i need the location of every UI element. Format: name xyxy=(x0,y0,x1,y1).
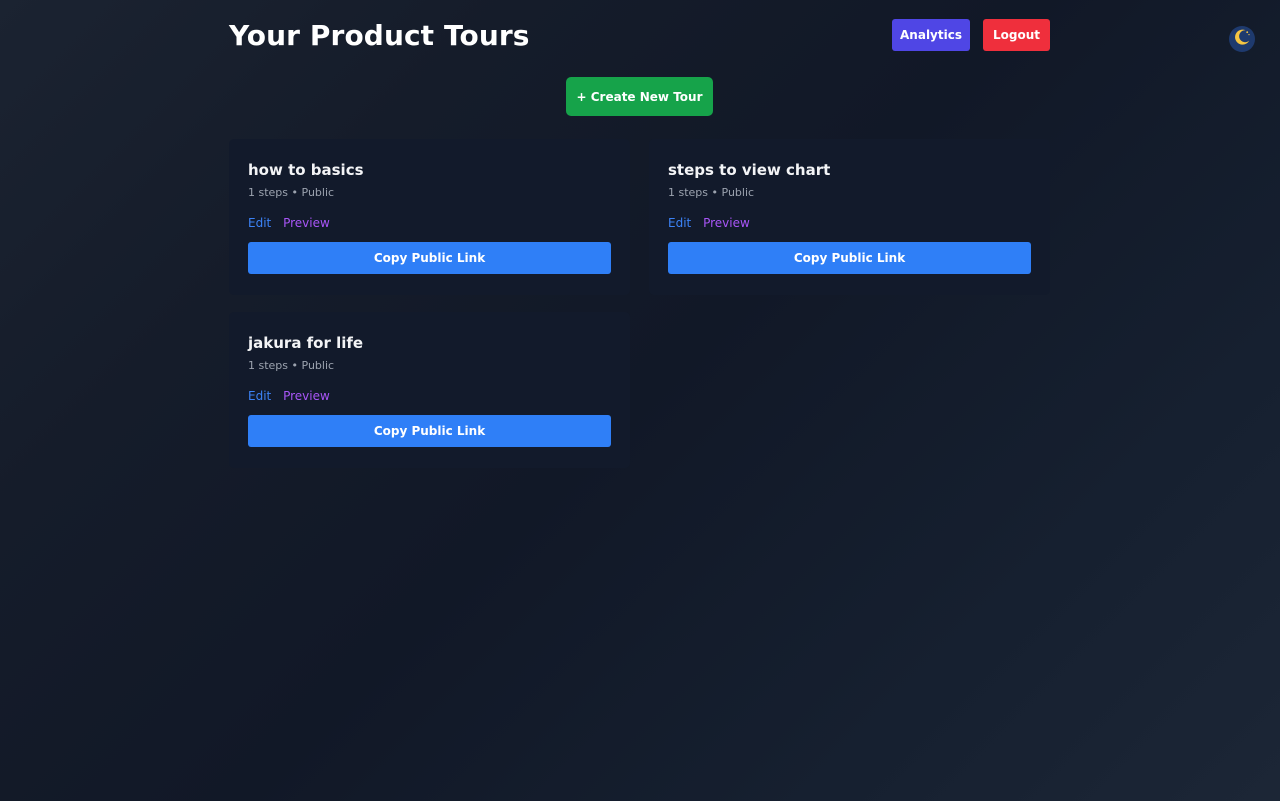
main-container: Your Product Tours Analytics Logout xyxy=(229,0,1050,76)
preview-link[interactable]: Preview xyxy=(283,216,330,230)
page-header: Your Product Tours Analytics Logout xyxy=(229,0,1050,76)
tour-card: steps to view chart 1 steps • Public Edi… xyxy=(649,139,1050,295)
header-actions: Analytics Logout xyxy=(892,19,1050,51)
create-row: + Create New Tour xyxy=(566,77,713,116)
edit-link[interactable]: Edit xyxy=(248,216,271,230)
moon-icon xyxy=(1232,27,1252,51)
tour-title: steps to view chart xyxy=(668,161,831,179)
edit-link[interactable]: Edit xyxy=(248,389,271,403)
copy-public-link-button[interactable]: Copy Public Link xyxy=(248,242,611,274)
copy-public-link-button[interactable]: Copy Public Link xyxy=(668,242,1031,274)
page-title: Your Product Tours xyxy=(229,19,530,52)
tour-meta: 1 steps • Public xyxy=(248,359,335,372)
tour-links: Edit Preview xyxy=(668,216,750,230)
logout-button[interactable]: Logout xyxy=(983,19,1050,51)
edit-link[interactable]: Edit xyxy=(668,216,691,230)
tour-meta: 1 steps • Public xyxy=(668,186,755,199)
create-tour-button[interactable]: + Create New Tour xyxy=(566,77,713,116)
tour-title: jakura for life xyxy=(248,334,364,352)
tour-meta: 1 steps • Public xyxy=(248,186,335,199)
copy-public-link-button[interactable]: Copy Public Link xyxy=(248,415,611,447)
theme-toggle-button[interactable] xyxy=(1229,26,1255,52)
preview-link[interactable]: Preview xyxy=(283,389,330,403)
tour-card: jakura for life 1 steps • Public Edit Pr… xyxy=(229,312,630,468)
tour-links: Edit Preview xyxy=(248,389,330,403)
preview-link[interactable]: Preview xyxy=(703,216,750,230)
tour-links: Edit Preview xyxy=(248,216,330,230)
analytics-button[interactable]: Analytics xyxy=(892,19,970,51)
tour-card: how to basics 1 steps • Public Edit Prev… xyxy=(229,139,630,295)
tour-title: how to basics xyxy=(248,161,364,179)
